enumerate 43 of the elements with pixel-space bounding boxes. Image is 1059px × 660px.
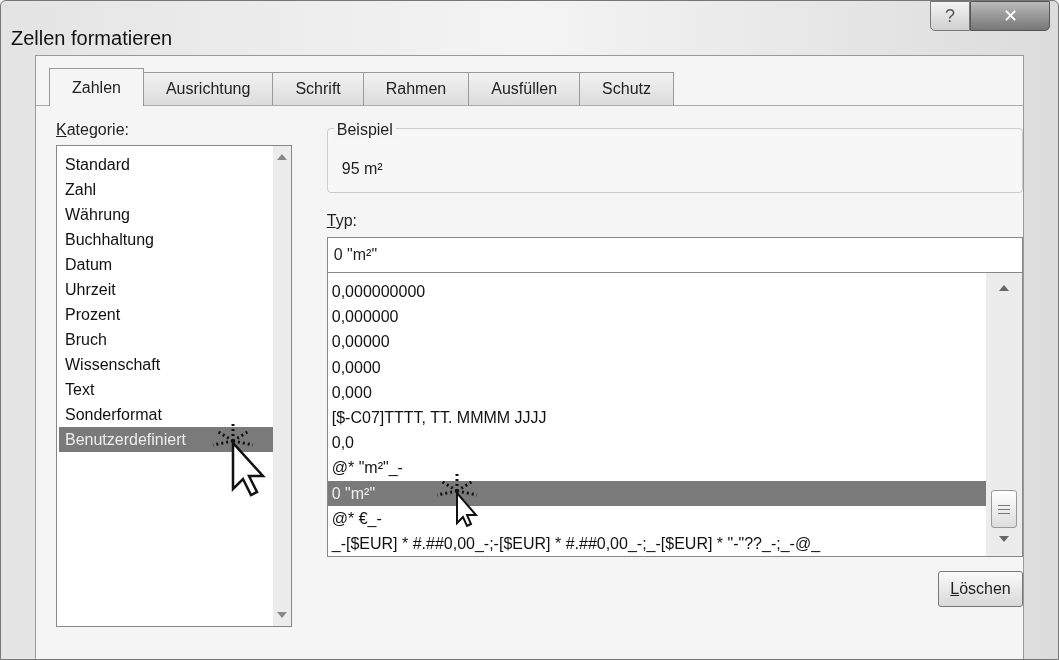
tab[interactable]: Ausfüllen bbox=[468, 72, 581, 106]
list-item[interactable]: Bruch bbox=[59, 327, 273, 352]
list-item[interactable]: 0 "m²" bbox=[327, 480, 986, 506]
list-item[interactable]: 0,0 bbox=[327, 430, 986, 456]
tab[interactable]: Rahmen bbox=[362, 72, 470, 106]
scroll-up-icon[interactable] bbox=[999, 285, 1009, 291]
list-item[interactable]: 0,0000 bbox=[327, 354, 986, 380]
delete-button[interactable]: Löschen bbox=[938, 571, 1023, 607]
list-item[interactable]: @* €_- bbox=[327, 505, 986, 531]
list-item[interactable]: Standard bbox=[59, 152, 273, 177]
list-item[interactable]: 0,000 bbox=[327, 379, 986, 405]
scrollbar[interactable] bbox=[986, 273, 1022, 556]
list-item[interactable]: Sonderformat bbox=[59, 402, 273, 427]
scroll-up-icon[interactable] bbox=[276, 154, 287, 160]
list-item[interactable]: 0,000000000 bbox=[327, 279, 986, 305]
sample-value: 95 m² bbox=[341, 159, 383, 179]
list-item[interactable]: _-[$EUR] * #.##0,00_-;-[$EUR] * #.##0,00_-;_-[$EUR] * "-"??_-;_-@_ bbox=[327, 530, 986, 556]
list-item[interactable]: 0,000000 bbox=[327, 304, 986, 330]
list-item[interactable]: Text bbox=[59, 377, 273, 402]
list-item[interactable]: Währung bbox=[59, 202, 273, 227]
list-item[interactable]: Zahl bbox=[59, 177, 273, 202]
list-item[interactable]: @* "m²"_- bbox=[327, 455, 986, 481]
list-item[interactable]: Prozent bbox=[59, 302, 273, 327]
list-item[interactable]: 0,00000 bbox=[327, 329, 986, 355]
list-item[interactable]: Buchhaltung bbox=[59, 227, 273, 252]
scroll-thumb[interactable] bbox=[991, 490, 1017, 528]
tab[interactable]: Schrift bbox=[272, 72, 364, 106]
help-button[interactable]: ? bbox=[930, 1, 970, 31]
scroll-down-icon[interactable] bbox=[999, 536, 1009, 542]
list-item[interactable]: Benutzerdefiniert bbox=[59, 427, 273, 452]
tab[interactable]: Schutz bbox=[579, 72, 674, 106]
type-field[interactable]: 0 "m²" bbox=[326, 237, 1023, 273]
tab[interactable]: Zahlen bbox=[49, 68, 144, 106]
list-item[interactable]: Uhrzeit bbox=[59, 277, 273, 302]
list-item[interactable]: Datum bbox=[59, 252, 273, 277]
list-item[interactable]: Wissenschaft bbox=[59, 352, 273, 377]
window-title: Zellen formatieren bbox=[10, 26, 173, 51]
tab[interactable]: Ausrichtung bbox=[142, 72, 274, 106]
scrollbar[interactable] bbox=[272, 146, 291, 626]
scroll-down-icon[interactable] bbox=[276, 612, 287, 618]
list-item[interactable]: [$-C07]TTTT, TT. MMMM JJJJ bbox=[327, 404, 986, 431]
category-label: Kategorie: bbox=[56, 120, 130, 140]
type-label: Typ: bbox=[326, 211, 358, 231]
